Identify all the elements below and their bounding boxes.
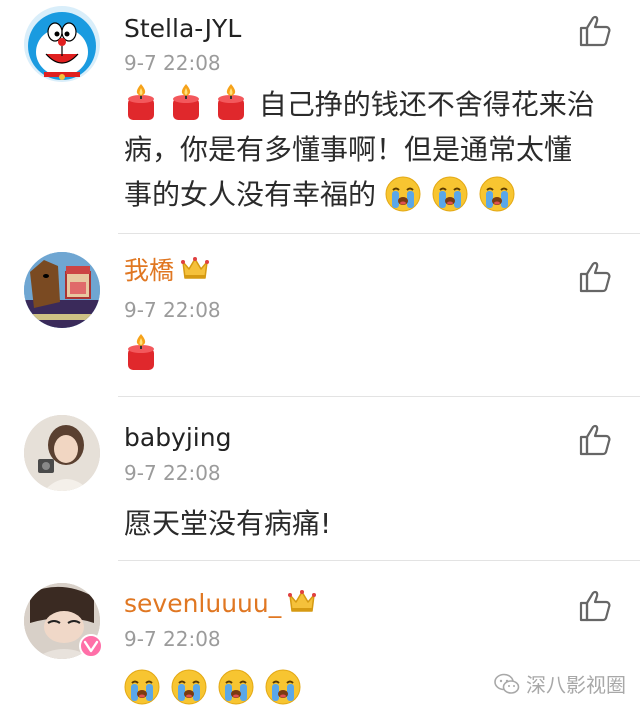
candle-icon bbox=[169, 84, 203, 122]
candle-icon bbox=[214, 84, 248, 122]
comment-text-line: 自己挣的钱还不舍得花来治 bbox=[258, 88, 595, 121]
crying-face-icon bbox=[171, 669, 207, 705]
timestamp: 9-7 22:08 bbox=[124, 627, 221, 651]
comment-text bbox=[124, 334, 624, 376]
username[interactable]: Stella-JYL bbox=[124, 14, 241, 44]
username[interactable]: sevenluuuu_ bbox=[124, 589, 317, 619]
watermark-text: 深八影视圈 bbox=[526, 673, 626, 697]
crying-face-icon bbox=[479, 176, 515, 212]
timestamp: 9-7 22:08 bbox=[124, 298, 221, 322]
girl-photo-avatar[interactable] bbox=[24, 415, 100, 491]
wechat-icon bbox=[494, 673, 520, 694]
candle-icon bbox=[124, 84, 158, 122]
comment-text: 愿天堂没有病痛! bbox=[124, 507, 332, 540]
cartoon-horse-avatar[interactable] bbox=[24, 252, 100, 328]
candle-icon bbox=[124, 334, 158, 372]
crying-face-icon bbox=[124, 669, 160, 705]
thumbs-up-icon[interactable] bbox=[578, 260, 612, 294]
comment-text-line: 病，你是有多懂事啊！但是通常太懂 bbox=[124, 133, 573, 166]
crying-face-icon bbox=[385, 176, 421, 212]
comment-item: Stella-JYL 9-7 22:08 自己挣的钱还不舍得花来治 病，你是有多… bbox=[0, 0, 640, 233]
username-text[interactable]: 我橋 bbox=[124, 256, 174, 285]
thumbs-up-icon[interactable] bbox=[578, 423, 612, 457]
comment-text: 自己挣的钱还不舍得花来治 病，你是有多懂事啊！但是通常太懂 事的女人没有幸福的 bbox=[124, 84, 624, 216]
watermark: 深八影视圈 bbox=[494, 669, 626, 698]
thumbs-up-icon[interactable] bbox=[578, 589, 612, 623]
timestamp: 9-7 22:08 bbox=[124, 461, 221, 485]
timestamp: 9-7 22:08 bbox=[124, 51, 221, 75]
verified-v-badge-icon bbox=[79, 634, 103, 658]
comment-item: 我橋 9-7 22:08 bbox=[0, 234, 640, 396]
crying-face-icon bbox=[218, 669, 254, 705]
username-text[interactable]: sevenluuuu_ bbox=[124, 589, 281, 618]
comment-item: babyjing 9-7 22:08 愿天堂没有病痛! bbox=[0, 397, 640, 560]
doraemon-avatar[interactable] bbox=[24, 6, 100, 82]
crying-face-icon bbox=[265, 669, 301, 705]
thumbs-up-icon[interactable] bbox=[578, 14, 612, 48]
username[interactable]: babyjing bbox=[124, 423, 231, 453]
username[interactable]: 我橋 bbox=[124, 256, 210, 286]
vip-crown-icon bbox=[180, 256, 210, 282]
comment-text-line: 事的女人没有幸福的 bbox=[124, 178, 377, 211]
crying-face-icon bbox=[432, 176, 468, 212]
vip-crown-icon bbox=[287, 589, 317, 615]
